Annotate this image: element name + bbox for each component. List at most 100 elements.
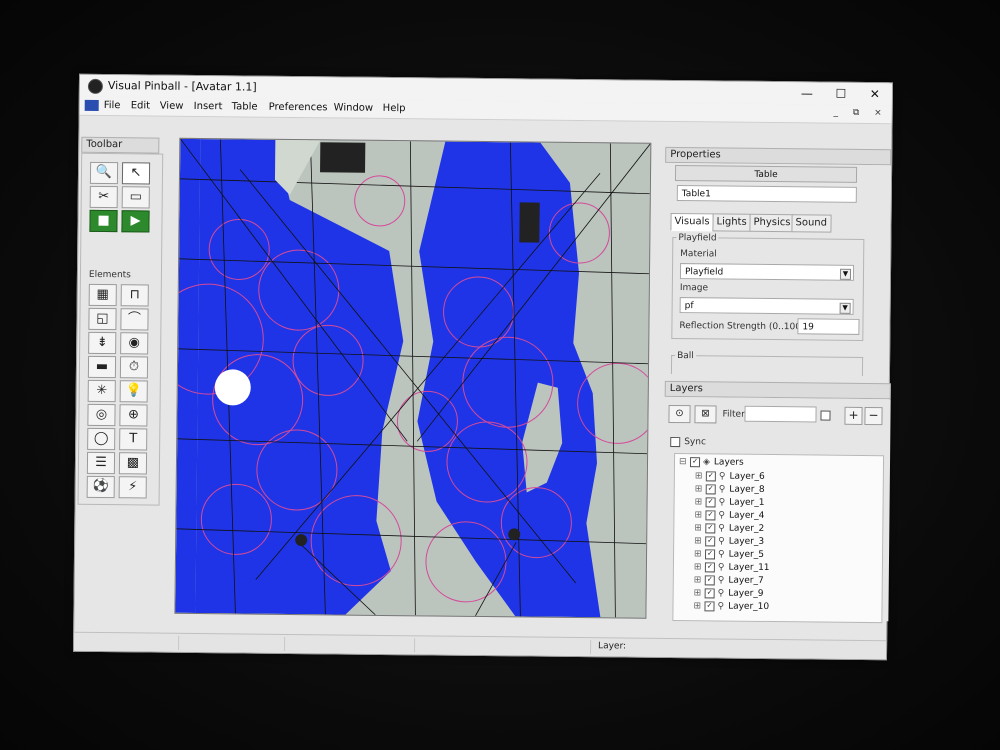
menu-edit[interactable]: Edit — [131, 100, 150, 111]
menu-table[interactable]: Table — [232, 101, 258, 112]
menu-file[interactable]: File — [104, 100, 121, 111]
table-name-field[interactable]: Table1 — [676, 185, 857, 203]
expand-icon[interactable]: ⊞ — [695, 496, 703, 509]
chevron-down-icon[interactable]: ▼ — [839, 302, 851, 314]
flasher-icon[interactable]: ⚡ — [118, 476, 147, 499]
menu-view[interactable]: View — [160, 101, 184, 112]
status-layer-label: Layer: — [598, 641, 627, 652]
list-item[interactable]: ⊞ ✓ ⚲ Layer_2 — [694, 522, 764, 536]
expand-icon[interactable]: ⊞ — [694, 561, 702, 574]
toolbar-panel: 🔍 ↖ ✂ ▭ ■ ▶ Elements ▦ ⊓ ◱ ⌒ ⇟ ◉ ▬ ⏱ ✳ 💡… — [77, 152, 164, 506]
remove-layer-icon[interactable]: − — [864, 406, 883, 426]
playfield-canvas[interactable] — [174, 137, 652, 619]
image-select[interactable]: pf ▼ — [679, 297, 854, 315]
textbox-icon[interactable]: T — [119, 428, 148, 451]
tab-sound[interactable]: Sound — [791, 214, 832, 233]
layer-label: Layer_7 — [728, 575, 764, 586]
layer-checkbox[interactable]: ✓ — [705, 496, 716, 507]
list-item[interactable]: ⊞ ✓ ⚲ Layer_6 — [695, 470, 765, 484]
kicker-icon[interactable]: ◎ — [87, 403, 116, 427]
layer-checkbox[interactable]: ✓ — [705, 483, 716, 494]
dispreel-icon[interactable]: ▩ — [118, 452, 148, 475]
layer-checkbox[interactable]: ✓ — [689, 456, 701, 467]
menu-preferences[interactable]: Preferences — [269, 102, 328, 114]
maximize-button[interactable]: ☐ — [826, 85, 856, 103]
camera-icon[interactable]: ■ — [89, 209, 118, 233]
list-item[interactable]: ⊞ ✓ ⚲ Layer_1 — [695, 496, 765, 510]
trigger-icon[interactable]: ◯ — [87, 427, 116, 451]
material-label: Material — [680, 249, 717, 260]
close-button[interactable]: ✕ — [860, 85, 890, 103]
layer-checkbox[interactable]: ✓ — [705, 509, 716, 520]
minimize-button[interactable]: — — [792, 84, 822, 102]
collapse-icon[interactable]: ⊠ — [694, 405, 717, 424]
play-icon[interactable]: ▶ — [121, 210, 150, 233]
reflection-input[interactable]: 19 — [797, 318, 860, 335]
stack-icon: ◈ — [702, 457, 710, 468]
layers-root[interactable]: ⊟ ✓ ◈ Layers — [679, 456, 744, 470]
elements-label: Elements — [88, 269, 131, 281]
scissors-icon[interactable]: ✂ — [89, 185, 118, 209]
list-item[interactable]: ⊞ ✓ ⚲ Layer_10 — [693, 600, 769, 614]
ball-group — [670, 354, 864, 376]
expand-icon[interactable]: ⊞ — [694, 587, 702, 600]
wall-icon[interactable]: ▦ — [88, 283, 117, 307]
layer-checkbox[interactable]: ✓ — [705, 470, 716, 481]
sync-checkbox[interactable] — [670, 436, 681, 448]
menu-insert[interactable]: Insert — [194, 101, 223, 112]
layer-checkbox[interactable]: ✓ — [705, 548, 716, 559]
primitive-icon[interactable]: ⚽ — [86, 475, 115, 499]
bumper-icon[interactable]: ◉ — [120, 332, 149, 355]
select-arrow-icon[interactable]: ↖ — [121, 162, 151, 185]
layer-checkbox[interactable]: ✓ — [705, 535, 716, 546]
spinner-icon[interactable]: ▬ — [87, 355, 117, 379]
list-item[interactable]: ⊞ ✓ ⚲ Layer_7 — [694, 574, 764, 588]
light-icon[interactable]: ✳ — [87, 379, 116, 403]
list-item[interactable]: ⊞ ✓ ⚲ Layer_5 — [694, 548, 764, 562]
menu-window[interactable]: Window — [334, 102, 374, 113]
expand-icon[interactable]: ⊞ — [693, 600, 701, 613]
expand-icon[interactable]: ⊞ — [695, 470, 703, 483]
chevron-down-icon[interactable]: ▼ — [839, 268, 852, 280]
layer-label: Layer_11 — [728, 562, 770, 574]
mdi-controls[interactable]: _ ⧉ × — [833, 108, 887, 119]
layer-checkbox[interactable]: ✓ — [705, 522, 716, 533]
backglass-icon[interactable]: ▭ — [121, 186, 150, 209]
magnify-icon[interactable]: 🔍 — [89, 161, 119, 185]
list-item[interactable]: ⊞ ✓ ⚲ Layer_11 — [694, 561, 770, 575]
list-item[interactable]: ⊞ ✓ ⚲ Layer_8 — [695, 483, 765, 497]
expand-icon[interactable]: ⊞ — [694, 522, 702, 535]
target-icon[interactable]: ⊕ — [119, 404, 148, 427]
layer-checkbox[interactable]: ✓ — [704, 574, 715, 585]
tab-visuals[interactable]: Visuals — [670, 212, 714, 232]
list-item[interactable]: ⊞ ✓ ⚲ Layer_3 — [694, 535, 764, 549]
tab-physics[interactable]: Physics — [749, 213, 795, 233]
expand-icon[interactable]: ⊞ — [695, 483, 703, 496]
filter-checkbox[interactable] — [820, 410, 831, 421]
decal-icon[interactable]: ☰ — [86, 451, 116, 475]
document-icon[interactable] — [84, 99, 99, 111]
list-item[interactable]: ⊞ ✓ ⚲ Layer_4 — [694, 509, 764, 523]
material-select[interactable]: Playfield ▼ — [679, 263, 855, 281]
layer-checkbox[interactable]: ✓ — [704, 561, 715, 572]
expand-icon[interactable]: ⊞ — [694, 548, 702, 561]
tab-lights[interactable]: Lights — [712, 213, 751, 232]
expand-icon[interactable]: ⊞ — [694, 535, 702, 548]
layer-checkbox[interactable]: ✓ — [704, 587, 715, 598]
layer-checkbox[interactable]: ✓ — [704, 600, 715, 611]
expand-icon[interactable]: ⊞ — [694, 509, 702, 522]
add-layer-icon[interactable]: + — [844, 406, 863, 425]
collapse-icon[interactable]: ⊟ — [679, 456, 687, 469]
ramp-icon[interactable]: ◱ — [88, 307, 117, 331]
gate-icon[interactable]: ⊓ — [120, 284, 149, 307]
plunger-icon[interactable]: ⇟ — [88, 331, 117, 355]
bulb-icon[interactable]: 💡 — [119, 380, 148, 403]
list-item[interactable]: ⊞ ✓ ⚲ Layer_9 — [694, 587, 764, 601]
assign-layer-icon[interactable]: ⊙ — [668, 404, 691, 424]
timer-icon[interactable]: ⏱ — [119, 356, 149, 379]
expand-icon[interactable]: ⊞ — [694, 574, 702, 587]
pin-icon: ⚲ — [718, 523, 725, 534]
flipper-icon[interactable]: ⌒ — [120, 308, 149, 331]
menu-help[interactable]: Help — [383, 103, 406, 114]
filter-input[interactable] — [744, 405, 817, 423]
